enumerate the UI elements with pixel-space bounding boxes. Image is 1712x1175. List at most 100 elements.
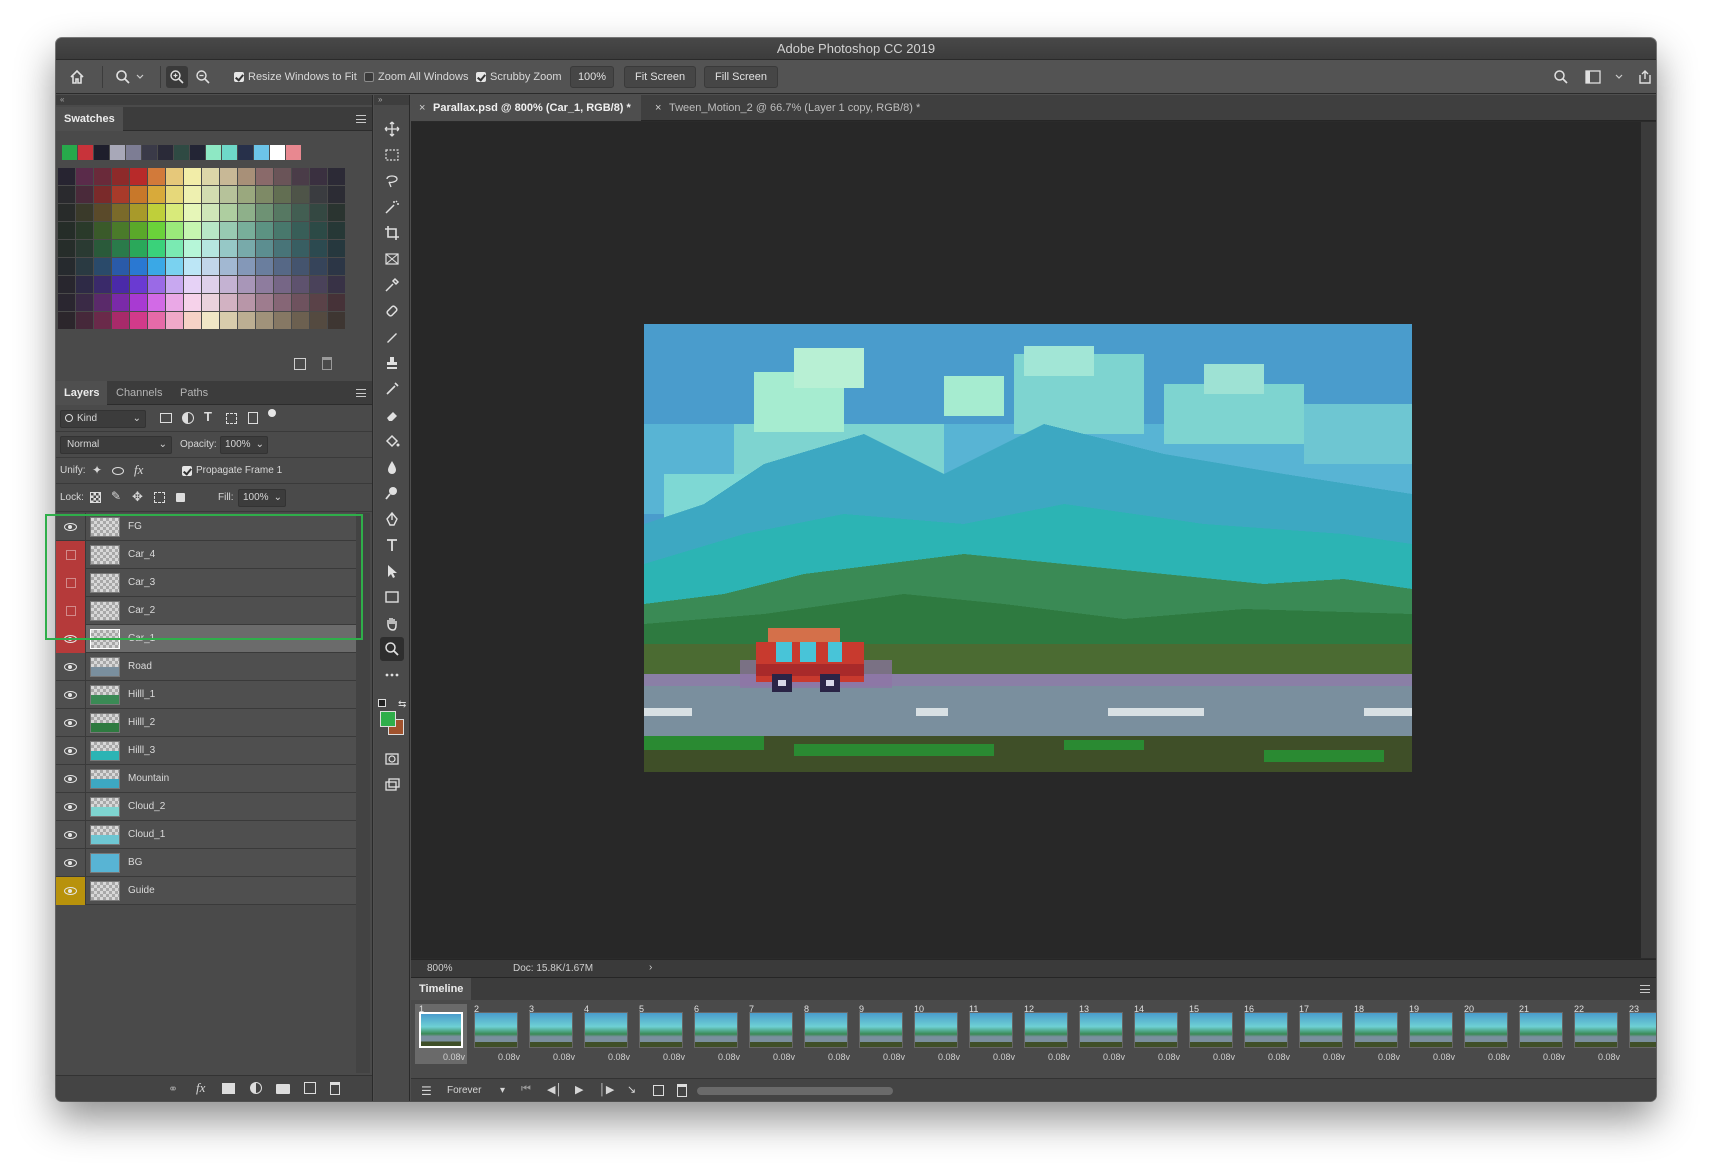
visibility-toggle[interactable]	[56, 708, 86, 737]
swatch-color[interactable]	[148, 168, 165, 185]
swatch-color[interactable]	[238, 168, 255, 185]
checkbox-checked[interactable]	[476, 72, 486, 82]
resize-windows-checkbox[interactable]: Resize Windows to Fit	[234, 71, 357, 83]
frame-delay[interactable]: 0.08v	[938, 1052, 960, 1062]
lasso-tool-icon[interactable]	[380, 169, 404, 193]
eye-icon[interactable]	[64, 662, 77, 671]
filter-adjustment-icon[interactable]	[182, 412, 194, 424]
marquee-tool-icon[interactable]	[380, 143, 404, 167]
timeline-frame[interactable]: 5 0.08v	[635, 1004, 687, 1064]
swatch-color[interactable]	[76, 222, 93, 239]
swatch-color[interactable]	[256, 186, 273, 203]
unify-visibility-icon[interactable]	[112, 467, 124, 475]
crop-tool-icon[interactable]	[380, 221, 404, 245]
frame-delay[interactable]: 0.08v	[1543, 1052, 1565, 1062]
timeline-frame[interactable]: 9 0.08v	[855, 1004, 907, 1064]
swatch-recent-color[interactable]	[254, 145, 269, 160]
swatch-color[interactable]	[220, 222, 237, 239]
more-tools-icon[interactable]	[380, 663, 404, 687]
swatch-color[interactable]	[184, 276, 201, 293]
foreground-color[interactable]	[380, 711, 396, 727]
swatch-color[interactable]	[238, 276, 255, 293]
swatch-color[interactable]	[58, 186, 75, 203]
swatch-color[interactable]	[310, 240, 327, 257]
swatch-color[interactable]	[58, 258, 75, 275]
swatch-color[interactable]	[130, 312, 147, 329]
swap-colors-icon[interactable]: ⇆	[398, 699, 406, 710]
frame-delay[interactable]: 0.08v	[718, 1052, 740, 1062]
checkbox-checked[interactable]	[234, 72, 244, 82]
swatch-color[interactable]	[166, 258, 183, 275]
lock-artboard-icon[interactable]	[154, 492, 165, 503]
eye-icon[interactable]	[64, 802, 77, 811]
frame-delay[interactable]: 0.08v	[498, 1052, 520, 1062]
layer-row[interactable]: Guide	[56, 876, 356, 905]
folder-icon[interactable]	[276, 1084, 290, 1094]
swatch-color[interactable]	[58, 204, 75, 221]
lock-image-icon[interactable]: ✎	[111, 489, 121, 503]
previous-frame-icon[interactable]: ◀│	[547, 1083, 562, 1096]
screen-mode-icon[interactable]	[380, 773, 404, 797]
swatch-color[interactable]	[328, 276, 345, 293]
swatch-color[interactable]	[112, 186, 129, 203]
swatch-color[interactable]	[220, 204, 237, 221]
swatch-color[interactable]	[292, 312, 309, 329]
pixel-art-canvas[interactable]	[644, 324, 1412, 772]
timeline-frame[interactable]: 13 0.08v	[1075, 1004, 1127, 1064]
rectangle-tool-icon[interactable]	[380, 585, 404, 609]
swatch-color[interactable]	[148, 186, 165, 203]
lock-all-icon[interactable]	[176, 493, 185, 502]
paint-bucket-tool-icon[interactable]	[380, 429, 404, 453]
frame-delay[interactable]: 0.08v	[1598, 1052, 1620, 1062]
filter-toggle-icon[interactable]	[268, 409, 276, 417]
checkbox-unchecked[interactable]	[364, 72, 374, 82]
brush-tool-icon[interactable]	[380, 325, 404, 349]
swatch-color[interactable]	[310, 276, 327, 293]
swatch-color[interactable]	[112, 276, 129, 293]
timeline-frame[interactable]: 16 0.08v	[1240, 1004, 1292, 1064]
swatch-color[interactable]	[274, 204, 291, 221]
collapse-panels-icon[interactable]: «	[56, 95, 372, 105]
swatch-color[interactable]	[220, 168, 237, 185]
visibility-toggle[interactable]	[56, 792, 86, 821]
swatch-color[interactable]	[76, 168, 93, 185]
swatch-color[interactable]	[112, 258, 129, 275]
zoom-out-icon[interactable]	[192, 66, 214, 88]
eye-icon[interactable]	[64, 746, 77, 755]
swatch-color[interactable]	[76, 186, 93, 203]
swatch-color[interactable]	[148, 204, 165, 221]
swatch-color[interactable]	[58, 276, 75, 293]
swatch-color[interactable]	[274, 294, 291, 311]
swatch-color[interactable]	[256, 312, 273, 329]
next-frame-icon[interactable]: │▶	[599, 1083, 614, 1096]
swatch-color[interactable]	[274, 276, 291, 293]
swatch-color[interactable]	[238, 222, 255, 239]
swatch-color[interactable]	[58, 168, 75, 185]
tab-document-parallax[interactable]: × Parallax.psd @ 800% (Car_1, RGB/8) *	[411, 95, 641, 121]
layer-row[interactable]: Road	[56, 652, 356, 681]
swatch-color[interactable]	[166, 222, 183, 239]
move-tool-icon[interactable]	[380, 117, 404, 141]
swatch-color[interactable]	[292, 186, 309, 203]
frame-delay[interactable]: 0.08v	[828, 1052, 850, 1062]
swatch-color[interactable]	[202, 294, 219, 311]
swatch-color[interactable]	[130, 258, 147, 275]
swatch-color[interactable]	[202, 186, 219, 203]
frame-delay[interactable]: 0.08v	[1048, 1052, 1070, 1062]
swatch-color[interactable]	[256, 168, 273, 185]
tab-swatches[interactable]: Swatches	[56, 107, 123, 131]
swatch-color[interactable]	[148, 258, 165, 275]
swatch-color[interactable]	[148, 240, 165, 257]
eye-icon[interactable]	[64, 690, 77, 699]
frame-delay[interactable]: 0.08v	[608, 1052, 630, 1062]
loop-select[interactable]: Forever ▾	[447, 1083, 505, 1099]
swatch-color[interactable]	[310, 204, 327, 221]
convert-timeline-icon[interactable]: ☰	[421, 1084, 432, 1098]
swatch-recent-color[interactable]	[62, 145, 77, 160]
swatch-color[interactable]	[184, 222, 201, 239]
history-brush-tool-icon[interactable]	[380, 377, 404, 401]
pen-tool-icon[interactable]	[380, 507, 404, 531]
eye-icon[interactable]	[64, 774, 77, 783]
swatch-recent-color[interactable]	[142, 145, 157, 160]
layer-row[interactable]: Mountain	[56, 764, 356, 793]
